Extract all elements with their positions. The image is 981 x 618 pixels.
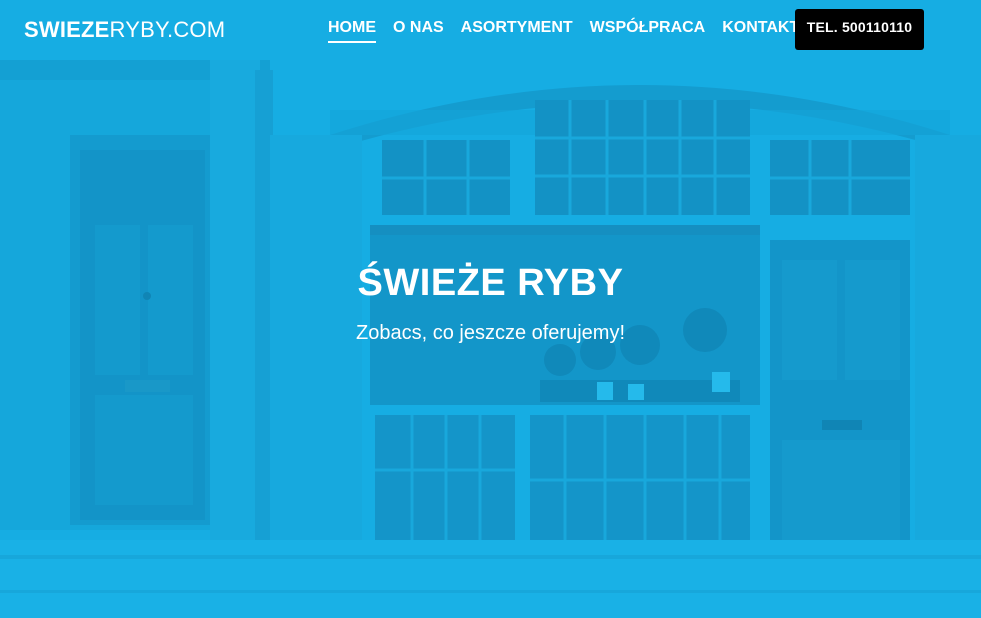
hero-title: ŚWIEŻE RYBY bbox=[357, 262, 624, 304]
brand-logo-regular: RYBY.COM bbox=[109, 17, 226, 42]
nav-item-home[interactable]: HOME bbox=[328, 19, 376, 43]
hero-section bbox=[0, 0, 981, 618]
brand-logo-bold: SWIEZE bbox=[24, 17, 110, 42]
blue-overlay bbox=[0, 0, 981, 618]
nav-item-wspolpraca[interactable]: WSPÓŁPRACA bbox=[590, 19, 706, 43]
nav-item-o-nas[interactable]: O NAS bbox=[393, 19, 444, 43]
brand-logo[interactable]: SWIEZERYBY.COM bbox=[24, 17, 225, 43]
nav-item-kontakt[interactable]: KONTAKT bbox=[722, 19, 799, 43]
phone-button[interactable]: TEL. 500110110 bbox=[795, 9, 924, 50]
main-nav: HOME O NAS ASORTYMENT WSPÓŁPRACA KONTAKT bbox=[328, 19, 799, 43]
nav-item-asortyment[interactable]: ASORTYMENT bbox=[461, 19, 573, 43]
hero-subtitle: Zobacs, co jeszcze oferujemy! bbox=[356, 322, 625, 344]
top-navbar: SWIEZERYBY.COM HOME O NAS ASORTYMENT WSP… bbox=[0, 0, 981, 58]
